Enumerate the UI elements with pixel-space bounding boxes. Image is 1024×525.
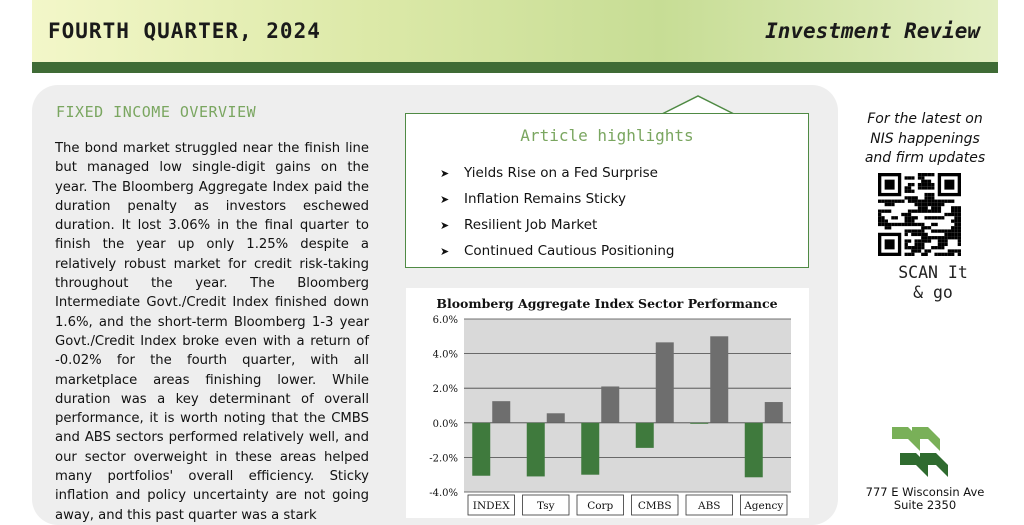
- bar: [764, 402, 783, 423]
- scan-caption: SCAN It & go: [846, 263, 1020, 303]
- bar: [655, 342, 674, 423]
- promo-text: For the latest on NIS happenings and fir…: [846, 110, 1004, 169]
- list-item: ➤ Yields Rise on a Fed Surprise: [440, 160, 674, 186]
- scan-line: & go: [913, 283, 953, 302]
- bar: [690, 422, 709, 424]
- issue-title: FOURTH QUARTER, 2024: [48, 19, 321, 43]
- arrow-bullet-icon: ➤: [440, 218, 450, 232]
- address-line: Suite 2350: [893, 498, 957, 512]
- list-item: ➤ Inflation Remains Sticky: [440, 186, 674, 212]
- x-tick-label: Tsy: [537, 500, 555, 512]
- y-tick-label: -2.0%: [429, 453, 458, 464]
- publication-title: Investment Review: [765, 19, 980, 43]
- bar: [526, 422, 545, 477]
- arrow-bullet-icon: ➤: [440, 244, 450, 258]
- list-item: ➤ Continued Cautious Positioning: [440, 238, 674, 264]
- x-tick-label: Corp: [587, 500, 613, 512]
- bar: [744, 422, 763, 478]
- scan-line: SCAN It: [898, 263, 968, 282]
- header-banner: FOURTH QUARTER, 2024 Investment Review: [32, 0, 998, 62]
- highlight-text: Continued Cautious Positioning: [464, 243, 675, 259]
- bar: [635, 422, 654, 448]
- bar: [581, 422, 600, 475]
- bar: [492, 401, 511, 423]
- bar: [472, 422, 491, 476]
- address-block: 777 E Wisconsin Ave Suite 2350: [846, 486, 1004, 512]
- firm-logo-icon: [892, 427, 948, 477]
- bar: [601, 386, 620, 423]
- x-tick-label: INDEX: [473, 500, 510, 512]
- article-body: The bond market struggled near the finis…: [55, 141, 369, 523]
- chart-title: Bloomberg Aggregate Index Sector Perform…: [436, 296, 777, 311]
- plot-area: [464, 319, 791, 492]
- arrow-bullet-icon: ➤: [440, 192, 450, 206]
- promo-line: For the latest on: [867, 111, 983, 127]
- y-tick-label: 2.0%: [433, 384, 458, 395]
- y-tick-label: 0.0%: [433, 419, 458, 430]
- highlight-text: Inflation Remains Sticky: [464, 191, 626, 207]
- highlights-list: ➤ Yields Rise on a Fed Surprise ➤ Inflatio…: [440, 160, 674, 264]
- section-title: FIXED INCOME OVERVIEW: [56, 103, 257, 121]
- x-tick-label: CMBS: [638, 500, 672, 512]
- y-tick-label: 4.0%: [433, 350, 458, 361]
- y-tick-label: -4.0%: [429, 488, 458, 499]
- arrow-bullet-icon: ➤: [440, 166, 450, 180]
- y-tick-label: 6.0%: [433, 315, 458, 326]
- highlight-text: Resilient Job Market: [464, 217, 598, 233]
- promo-line: NIS happenings: [870, 130, 980, 147]
- header-divider: [32, 62, 998, 73]
- highlights-title: Article highlights: [520, 126, 694, 145]
- bar: [710, 336, 729, 423]
- x-tick-label: Agency: [743, 500, 783, 512]
- highlight-text: Yields Rise on a Fed Surprise: [464, 165, 658, 181]
- promo-line: and firm updates: [864, 150, 986, 166]
- qr-code-icon[interactable]: [878, 173, 961, 256]
- sector-performance-chart: Bloomberg Aggregate Index Sector Perform…: [406, 288, 809, 518]
- list-item: ➤ Resilient Job Market: [440, 212, 674, 238]
- bar: [546, 413, 565, 423]
- x-tick-label: ABS: [697, 500, 721, 512]
- chart-svg: Bloomberg Aggregate Index Sector Perform…: [429, 296, 791, 516]
